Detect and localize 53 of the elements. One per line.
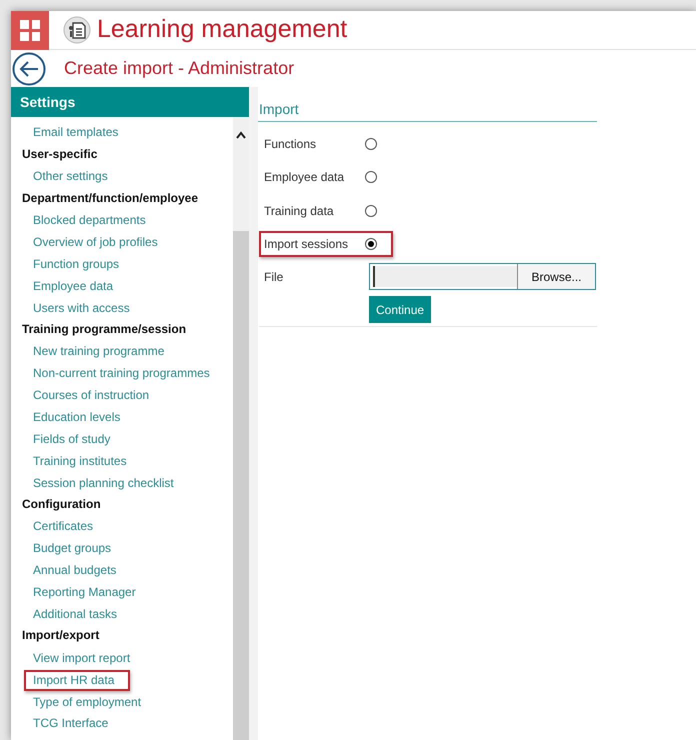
sidebar-link[interactable]: View import report <box>33 650 130 666</box>
sidebar-link[interactable]: Type of employment <box>33 694 142 710</box>
sidebar-link[interactable]: Email templates <box>33 125 118 140</box>
scrollbar[interactable] <box>233 117 249 740</box>
sidebar-heading: Department/function/employee <box>22 190 200 207</box>
app-menu-button[interactable] <box>11 10 49 50</box>
scrollbar-thumb[interactable] <box>233 231 249 740</box>
option-label: Training data <box>263 202 335 220</box>
sidebar-heading: User-specific <box>22 146 98 163</box>
sidebar-link[interactable]: Employee data <box>33 278 114 294</box>
sidebar-link[interactable]: Blocked departments <box>33 213 146 228</box>
sidebar-link[interactable]: Other settings <box>33 169 108 184</box>
sidebar-heading: Training programme/session <box>22 321 188 338</box>
option-label: Import sessions <box>263 236 350 254</box>
option-label: Functions <box>263 136 318 153</box>
scroll-up-icon[interactable] <box>236 131 246 139</box>
sidebar-link[interactable]: Courses of instruction <box>33 388 150 404</box>
browse-button[interactable]: Browse... <box>517 264 595 289</box>
app-title: Learning management <box>97 14 348 46</box>
file-field[interactable]: Browse... <box>369 263 596 290</box>
radio-button[interactable] <box>365 238 377 250</box>
sidebar-link[interactable]: Additional tasks <box>33 607 118 622</box>
continue-button[interactable]: Continue <box>369 296 432 323</box>
import-option[interactable]: Functions <box>259 130 379 157</box>
import-option[interactable]: Training data <box>259 198 379 224</box>
sidebar-header: Settings <box>11 87 249 117</box>
sidebar-link[interactable]: Import HR data <box>24 670 130 691</box>
sidebar-link[interactable]: Fields of study <box>33 432 110 447</box>
page-title: Create import - Administrator <box>64 57 294 80</box>
radio-button[interactable] <box>365 138 377 150</box>
sidebar-link[interactable]: Training institutes <box>33 454 127 469</box>
sidebar-link[interactable]: Certificates <box>33 519 94 534</box>
sidebar-link[interactable]: New training programme <box>33 344 164 360</box>
radio-button[interactable] <box>365 204 377 217</box>
sidebar-link[interactable]: Reporting Manager <box>33 585 136 600</box>
sidebar-heading: Import/export <box>22 627 100 644</box>
sidebar-link[interactable]: Annual budgets <box>33 563 116 578</box>
sidebar-heading: Configuration <box>22 496 102 514</box>
import-option[interactable]: Employee data <box>259 164 379 190</box>
sidebar-link[interactable]: Users with access <box>33 300 130 316</box>
import-option[interactable]: Import sessions <box>259 231 393 258</box>
file-label: File <box>263 268 284 286</box>
sidebar-link[interactable]: Session planning checklist <box>33 476 174 491</box>
section-title: Import <box>258 99 597 122</box>
sidebar-link[interactable]: Function groups <box>33 256 120 272</box>
document-icon <box>63 16 91 44</box>
sidebar-link[interactable]: TCG Interface <box>33 716 108 732</box>
sidebar-link[interactable]: Education levels <box>33 410 120 426</box>
option-label: Employee data <box>263 169 346 186</box>
sidebar-link[interactable]: Non-current training programmes <box>33 366 210 382</box>
sidebar-link[interactable]: Overview of job profiles <box>33 234 158 250</box>
sidebar-link[interactable]: Budget groups <box>33 541 112 556</box>
radio-button[interactable] <box>365 171 377 184</box>
